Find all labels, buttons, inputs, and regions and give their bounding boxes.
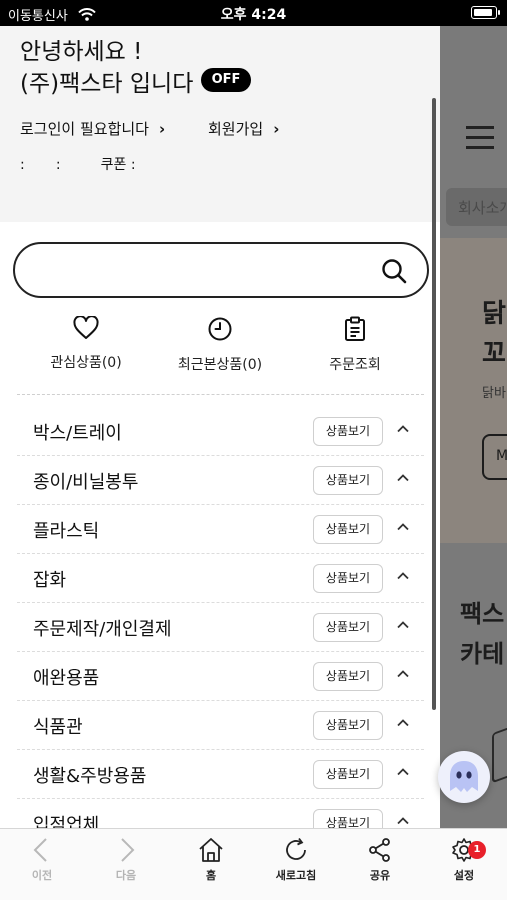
status-bar: 이동통신사 오후 4:24 bbox=[0, 0, 507, 26]
view-products-button[interactable]: 상품보기 bbox=[313, 417, 383, 446]
chevron-right-icon bbox=[121, 838, 135, 862]
category-name: 애완용품 bbox=[33, 668, 100, 689]
category-row[interactable]: 플라스틱 상품보기 bbox=[17, 505, 424, 554]
chevron-up-icon[interactable] bbox=[397, 766, 409, 778]
category-name: 식품관 bbox=[33, 717, 83, 738]
search-input[interactable] bbox=[35, 256, 375, 284]
view-products-button[interactable]: 상품보기 bbox=[313, 564, 383, 593]
chevron-up-icon[interactable] bbox=[397, 668, 409, 680]
notification-badge: 1 bbox=[468, 841, 486, 859]
battery-level bbox=[473, 8, 492, 16]
drawer-header: 안녕하세요 ! (주)팩스타 입니다 OFF 로그인이 필요합니다 › 회원가입 ›… bbox=[0, 26, 440, 222]
banner-button[interactable]: M bbox=[482, 434, 507, 480]
chevron-up-icon[interactable] bbox=[397, 423, 409, 435]
category-row[interactable]: 종이/비닐봉투 상품보기 bbox=[17, 456, 424, 505]
join-link-label: 회원가입 bbox=[208, 120, 264, 138]
back-button[interactable]: 이전 bbox=[0, 837, 84, 883]
chatbot-button[interactable] bbox=[438, 751, 490, 803]
login-link[interactable]: 로그인이 필요합니다 › bbox=[20, 118, 165, 139]
heart-icon bbox=[73, 316, 99, 339]
category-name: 주문제작/개인결제 bbox=[33, 619, 172, 640]
chevron-up-icon[interactable] bbox=[397, 619, 409, 631]
order-lookup-link[interactable]: 주문조회 bbox=[285, 316, 425, 374]
search-box[interactable] bbox=[13, 242, 429, 298]
status-badge[interactable]: OFF bbox=[201, 68, 251, 92]
chevron-right-icon: › bbox=[273, 120, 280, 138]
join-link[interactable]: 회원가입 › bbox=[208, 118, 279, 139]
recent-products-label: 최근본상품(0) bbox=[177, 357, 263, 373]
category-name: 생활&주방용품 bbox=[33, 766, 147, 787]
order-lookup-label: 주문조회 bbox=[329, 357, 381, 373]
login-link-label: 로그인이 필요합니다 bbox=[20, 120, 149, 138]
chevron-up-icon[interactable] bbox=[397, 815, 409, 827]
category-name: 잡화 bbox=[33, 570, 67, 591]
chatbot-icon bbox=[450, 761, 478, 792]
wishlist-label: 관심상품(0) bbox=[50, 355, 122, 371]
company-tab[interactable]: 회사소개 bbox=[446, 188, 507, 226]
category-row[interactable]: 박스/트레이 상품보기 bbox=[17, 407, 424, 456]
view-products-button[interactable]: 상품보기 bbox=[313, 515, 383, 544]
view-products-button[interactable]: 상품보기 bbox=[313, 466, 383, 495]
category-row[interactable]: 식품관 상품보기 bbox=[17, 701, 424, 750]
forward-label: 다음 bbox=[115, 869, 137, 882]
share-button[interactable]: 공유 bbox=[338, 837, 422, 883]
chevron-up-icon[interactable] bbox=[397, 521, 409, 533]
category-section-title: 팩스 카테 bbox=[460, 600, 505, 668]
share-icon bbox=[369, 838, 390, 862]
wishlist-link[interactable]: 관심상품(0) bbox=[16, 316, 156, 372]
battery-icon bbox=[471, 6, 500, 19]
category-name: 입점업체 bbox=[33, 815, 100, 828]
side-drawer: 안녕하세요 ! (주)팩스타 입니다 OFF 로그인이 필요합니다 › 회원가입 ›… bbox=[0, 26, 440, 828]
category-name: 종이/비닐봉투 bbox=[33, 472, 139, 493]
box-illustration bbox=[492, 718, 507, 784]
category-row[interactable]: 생활&주방용품 상품보기 bbox=[17, 750, 424, 799]
clock-icon bbox=[208, 317, 232, 341]
quick-links: 관심상품(0) 최근본상품(0) 주문조회 bbox=[0, 316, 440, 378]
chevron-up-icon[interactable] bbox=[397, 570, 409, 582]
view-products-button[interactable]: 상품보기 bbox=[313, 760, 383, 789]
category-row[interactable]: 잡화 상품보기 bbox=[17, 554, 424, 603]
recent-products-link[interactable]: 최근본상품(0) bbox=[150, 316, 290, 374]
menu-icon[interactable] bbox=[466, 126, 494, 156]
background-page[interactable]: 회사소개 닭꼬 닭바 M 팩스 카테 bbox=[440, 26, 507, 828]
chevron-up-icon[interactable] bbox=[397, 717, 409, 729]
banner-subtitle: 닭바 bbox=[482, 386, 506, 401]
refresh-icon bbox=[286, 837, 306, 860]
category-row[interactable]: 애완용품 상품보기 bbox=[17, 652, 424, 701]
category-row[interactable]: 입점업체 상품보기 bbox=[17, 799, 424, 828]
search-icon[interactable] bbox=[381, 258, 407, 288]
settings-button[interactable]: 설정 1 bbox=[422, 837, 506, 883]
forward-button[interactable]: 다음 bbox=[84, 837, 168, 883]
banner-title: 닭꼬 bbox=[482, 299, 506, 369]
view-products-button[interactable]: 상품보기 bbox=[313, 613, 383, 642]
refresh-label: 새로고침 bbox=[275, 869, 317, 882]
clipboard-icon bbox=[345, 316, 365, 341]
greeting-text: 안녕하세요 ! bbox=[20, 39, 143, 65]
home-icon bbox=[199, 838, 223, 862]
company-name: (주)팩스타 입니다 bbox=[20, 71, 194, 97]
chevron-right-icon: › bbox=[158, 120, 166, 138]
chevron-left-icon bbox=[33, 838, 47, 862]
category-name: 플라스틱 bbox=[33, 521, 100, 542]
home-label: 홈 bbox=[205, 869, 217, 882]
category-name: 박스/트레이 bbox=[33, 423, 122, 444]
share-label: 공유 bbox=[369, 869, 391, 882]
settings-label: 설정 bbox=[453, 869, 475, 882]
view-products-button[interactable]: 상품보기 bbox=[313, 711, 383, 740]
member-info: : : 쿠폰 : bbox=[20, 157, 136, 173]
drawer-scrollbar[interactable] bbox=[432, 98, 436, 710]
view-products-button[interactable]: 상품보기 bbox=[313, 662, 383, 691]
category-row[interactable]: 주문제작/개인결제 상품보기 bbox=[17, 603, 424, 652]
view-products-button[interactable]: 상품보기 bbox=[313, 809, 383, 828]
refresh-button[interactable]: 새로고침 bbox=[254, 837, 338, 883]
divider bbox=[17, 394, 424, 395]
status-time: 오후 4:24 bbox=[220, 7, 287, 23]
bottom-nav: 이전 다음 홈 새로고침 공유 설정 1 bbox=[0, 828, 507, 900]
back-label: 이전 bbox=[31, 869, 53, 882]
home-button[interactable]: 홈 bbox=[169, 837, 253, 883]
chevron-up-icon[interactable] bbox=[397, 472, 409, 484]
